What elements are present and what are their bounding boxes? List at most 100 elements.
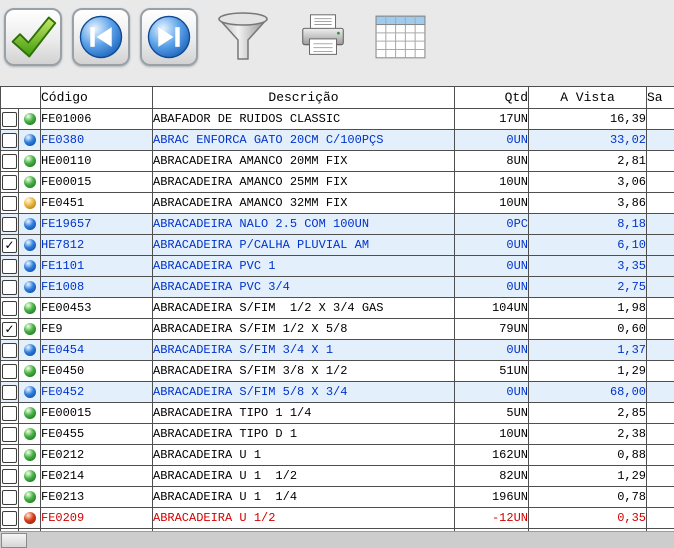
cell-sa (647, 424, 674, 445)
row-checkbox[interactable] (2, 343, 17, 358)
export-grid-button[interactable] (372, 8, 430, 66)
table-row[interactable]: FE0455ABRACADEIRA TIPO D 110UN2,38 (1, 424, 674, 445)
table-row[interactable]: FE0209ABRACADEIRA U 1/2-12UN0,35 (1, 508, 674, 529)
status-ball-red-icon (24, 512, 36, 524)
table-row[interactable]: FE0454ABRACADEIRA S/FIM 3/4 X 10UN1,37 (1, 340, 674, 361)
status-cell (19, 382, 41, 403)
status-cell (19, 298, 41, 319)
column-header-codigo[interactable]: Código (41, 87, 153, 109)
checkbox-cell (1, 109, 19, 130)
filter-button[interactable] (214, 8, 272, 66)
status-ball-blue-icon (24, 134, 36, 146)
first-record-button[interactable] (72, 8, 130, 66)
table-row[interactable]: FE1101ABRACADEIRA PVC 10UN3,35 (1, 256, 674, 277)
cell-avista: 2,85 (529, 403, 647, 424)
cell-avista: 33,02 (529, 130, 647, 151)
table-row[interactable]: FE0212ABRACADEIRA U 1162UN0,88 (1, 445, 674, 466)
horizontal-scrollbar[interactable] (0, 531, 674, 548)
row-checkbox[interactable] (2, 427, 17, 442)
cell-qtd: 5UN (455, 403, 529, 424)
cell-qtd: 0UN (455, 382, 529, 403)
row-checkbox[interactable] (2, 364, 17, 379)
status-ball-green-icon (24, 365, 36, 377)
table-row[interactable]: FE0452ABRACADEIRA S/FIM 5/8 X 3/40UN68,0… (1, 382, 674, 403)
row-checkbox[interactable] (2, 133, 17, 148)
cell-avista: 0,60 (529, 319, 647, 340)
print-button[interactable] (294, 8, 352, 66)
status-cell (19, 424, 41, 445)
cell-descricao: ABRACADEIRA TIPO D 1 (153, 424, 455, 445)
cell-qtd: 0PC (455, 214, 529, 235)
table-row[interactable]: FE0214ABRACADEIRA U 1 1/282UN1,29 (1, 466, 674, 487)
row-checkbox[interactable] (2, 196, 17, 211)
cell-descricao: ABRACADEIRA S/FIM 3/4 X 1 (153, 340, 455, 361)
cell-codigo: FE0450 (41, 361, 153, 382)
scrollbar-thumb[interactable] (1, 533, 27, 548)
cell-qtd: 10UN (455, 424, 529, 445)
row-checkbox[interactable] (2, 385, 17, 400)
table-row[interactable]: FE0451ABRACADEIRA AMANCO 32MM FIX10UN3,8… (1, 193, 674, 214)
confirm-button[interactable] (4, 8, 62, 66)
cell-descricao: ABRACADEIRA PVC 3/4 (153, 277, 455, 298)
cell-qtd: 162UN (455, 445, 529, 466)
table-row[interactable]: FE1008ABRACADEIRA PVC 3/40UN2,75 (1, 277, 674, 298)
cell-avista: 0,88 (529, 445, 647, 466)
checkbox-cell (1, 172, 19, 193)
row-checkbox[interactable] (2, 301, 17, 316)
table-row[interactable]: FE0450ABRACADEIRA S/FIM 3/8 X 1/251UN1,2… (1, 361, 674, 382)
cell-avista: 3,06 (529, 172, 647, 193)
cell-avista: 16,39 (529, 109, 647, 130)
row-checkbox[interactable] (2, 259, 17, 274)
row-checkbox[interactable]: ✓ (2, 322, 17, 337)
table-row[interactable]: FE0213ABRACADEIRA U 1 1/4196UN0,78 (1, 487, 674, 508)
row-checkbox[interactable] (2, 280, 17, 295)
table-row[interactable]: FE00453ABRACADEIRA S/FIM 1/2 X 3/4 GAS10… (1, 298, 674, 319)
skip-forward-icon (144, 12, 194, 62)
row-checkbox[interactable] (2, 112, 17, 127)
table-row[interactable]: FE0380ABRAC ENFORCA GATO 20CM C/100PÇS0U… (1, 130, 674, 151)
row-checkbox[interactable] (2, 511, 17, 526)
status-ball-green-icon (24, 470, 36, 482)
printer-icon (296, 10, 350, 64)
row-checkbox[interactable] (2, 175, 17, 190)
column-header-qtd[interactable]: Qtd (455, 87, 529, 109)
cell-codigo: FE0209 (41, 508, 153, 529)
cell-avista: 2,81 (529, 151, 647, 172)
cell-descricao: ABRACADEIRA S/FIM 3/8 X 1/2 (153, 361, 455, 382)
cell-qtd: 10UN (455, 193, 529, 214)
column-header-avista[interactable]: A Vista (529, 87, 647, 109)
row-checkbox[interactable] (2, 406, 17, 421)
status-cell (19, 445, 41, 466)
column-header-sa[interactable]: Sa (647, 87, 674, 109)
product-grid: CódigoDescriçãoQtdA VistaSa FE01006ABAFA… (0, 86, 674, 548)
row-checkbox[interactable] (2, 469, 17, 484)
row-checkbox[interactable] (2, 448, 17, 463)
table-row[interactable]: HE00110ABRACADEIRA AMANCO 20MM FIX8UN2,8… (1, 151, 674, 172)
cell-descricao: ABRAC ENFORCA GATO 20CM C/100PÇS (153, 130, 455, 151)
table-row[interactable]: FE00015ABRACADEIRA TIPO 1 1/45UN2,85 (1, 403, 674, 424)
row-checkbox[interactable] (2, 217, 17, 232)
status-ball-green-icon (24, 449, 36, 461)
cell-sa (647, 130, 674, 151)
skip-back-icon (76, 12, 126, 62)
grid-header-row: CódigoDescriçãoQtdA VistaSa (1, 87, 674, 109)
row-checkbox[interactable] (2, 490, 17, 505)
checkbox-cell (1, 424, 19, 445)
last-record-button[interactable] (140, 8, 198, 66)
status-cell (19, 403, 41, 424)
table-row[interactable]: FE19657ABRACADEIRA NALO 2.5 COM 100UN0PC… (1, 214, 674, 235)
table-row[interactable]: FE00015ABRACADEIRA AMANCO 25MM FIX10UN3,… (1, 172, 674, 193)
table-row[interactable]: FE01006ABAFADOR DE RUIDOS CLASSIC17UN16,… (1, 109, 674, 130)
row-checkbox[interactable] (2, 154, 17, 169)
status-cell (19, 508, 41, 529)
table-row[interactable]: ✓FE9ABRACADEIRA S/FIM 1/2 X 5/879UN0,60 (1, 319, 674, 340)
cell-sa (647, 151, 674, 172)
cell-sa (647, 508, 674, 529)
column-header-descricao[interactable]: Descrição (153, 87, 455, 109)
table-row[interactable]: ✓HE7812ABRACADEIRA P/CALHA PLUVIAL AM0UN… (1, 235, 674, 256)
row-checkbox[interactable]: ✓ (2, 238, 17, 253)
cell-sa (647, 382, 674, 403)
cell-qtd: 0UN (455, 130, 529, 151)
status-ball-blue-icon (24, 239, 36, 251)
checkbox-cell (1, 256, 19, 277)
